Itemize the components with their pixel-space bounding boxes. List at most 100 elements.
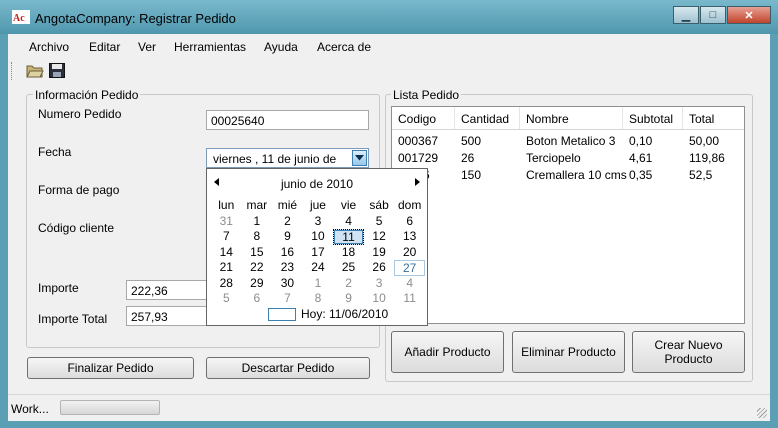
weekday-label: vie (340, 198, 357, 212)
calendar-day[interactable]: 9 (333, 291, 364, 307)
menu-acerca-de[interactable]: Acerca de (317, 40, 371, 54)
lista-pedido-title: Lista Pedido (391, 88, 462, 102)
minimize-button[interactable]: ▁ (673, 6, 699, 24)
weekday-label: mar (246, 198, 268, 212)
calendar-day[interactable]: 23 (272, 260, 303, 276)
calendar-day[interactable]: 25 (333, 260, 364, 276)
column-header-total[interactable]: Total (683, 107, 744, 129)
calendar-day[interactable]: 8 (303, 291, 334, 307)
minimize-icon: ▁ (681, 9, 691, 22)
menu-herramientas[interactable]: Herramientas (174, 40, 246, 54)
calendar-day[interactable]: 7 (272, 291, 303, 307)
app-logo-icon: Ac (12, 10, 30, 24)
calendar-day[interactable]: 12 (364, 229, 395, 245)
lista-pedido-table[interactable]: Codigo Cantidad Nombre Subtotal Total 00… (391, 106, 745, 324)
calendar-day[interactable]: 28 (211, 276, 242, 292)
importe-total-input[interactable]: 257,93 (126, 306, 208, 326)
numero-pedido-label: Numero Pedido (38, 107, 122, 121)
status-progress-bar (60, 400, 160, 415)
calendar-day[interactable]: 8 (242, 229, 273, 245)
calendar-day[interactable]: 6 (394, 214, 425, 230)
calendar-day[interactable]: 29 (242, 276, 273, 292)
calendar-day[interactable]: 16 (272, 245, 303, 261)
calendar-day[interactable]: 3 (303, 214, 334, 230)
client-area: Archivo Editar Ver Herramientas Ayuda Ac… (8, 34, 770, 421)
table-row[interactable]: 6 150 Cremallera 10 cms 0,35 52,5 (392, 167, 744, 184)
calendar-day[interactable]: 22 (242, 260, 273, 276)
menu-editar[interactable]: Editar (89, 40, 120, 54)
datepicker-dropdown-button[interactable] (352, 150, 367, 166)
forma-pago-label: Forma de pago (38, 183, 120, 197)
weekday-label: dom (397, 198, 422, 212)
table-row[interactable]: 000367 500 Boton Metalico 3 0,10 50,00 (392, 133, 744, 150)
calendar-day[interactable]: 1 (303, 276, 334, 292)
calendar-day[interactable]: 7 (211, 229, 242, 245)
calendar-day[interactable]: 27 (394, 260, 425, 276)
calendar-day[interactable]: 26 (364, 260, 395, 276)
calendar-day[interactable]: 3 (364, 276, 395, 292)
calendar-day[interactable]: 30 (272, 276, 303, 292)
calendar-day[interactable]: 10 (303, 229, 334, 245)
calendar-day[interactable]: 17 (303, 245, 334, 261)
anadir-producto-button[interactable]: Añadir Producto (391, 331, 504, 373)
calendar-day[interactable]: 10 (364, 291, 395, 307)
weekday-label: lun (218, 198, 235, 212)
folder-open-icon[interactable] (26, 62, 44, 79)
application-window: Ac AngotaCompany: Registrar Pedido ▁ □ ✕… (0, 0, 778, 428)
menu-ayuda[interactable]: Ayuda (264, 40, 298, 54)
table-header: Codigo Cantidad Nombre Subtotal Total (392, 107, 744, 130)
numero-pedido-input[interactable]: 00025640 (206, 110, 369, 130)
finalizar-pedido-button[interactable]: Finalizar Pedido (27, 357, 194, 379)
calendar-day[interactable]: 31 (211, 214, 242, 230)
calendar-day[interactable]: 4 (333, 214, 364, 230)
eliminar-producto-button[interactable]: Eliminar Producto (512, 331, 625, 373)
calendar-day[interactable]: 5 (364, 214, 395, 230)
calendar-week-row: 31 1 2 3 4 5 6 (211, 214, 425, 230)
importe-label: Importe (38, 281, 79, 295)
column-header-cantidad[interactable]: Cantidad (455, 107, 520, 129)
column-header-codigo[interactable]: Codigo (392, 107, 455, 129)
calendar-day[interactable]: 19 (364, 245, 395, 261)
calendar-day[interactable]: 2 (333, 276, 364, 292)
crear-nuevo-producto-label: Crear Nuevo Producto (654, 338, 723, 366)
descartar-pedido-button[interactable]: Descartar Pedido (206, 357, 370, 379)
calendar-day[interactable]: 4 (394, 276, 425, 292)
resize-grip-icon[interactable] (757, 408, 767, 418)
calendar-day[interactable]: 20 (394, 245, 425, 261)
anadir-producto-label: Añadir Producto (404, 345, 491, 359)
save-icon[interactable] (48, 62, 66, 79)
calendar-day[interactable]: 2 (272, 214, 303, 230)
calendar-month-title[interactable]: junio de 2010 (207, 177, 427, 191)
importe-input[interactable]: 222,36 (126, 280, 208, 300)
calendar-day[interactable]: 11 (333, 229, 364, 245)
calendar-day[interactable]: 18 (333, 245, 364, 261)
menu-ver[interactable]: Ver (138, 40, 156, 54)
close-button[interactable]: ✕ (727, 6, 771, 24)
column-header-nombre[interactable]: Nombre (520, 107, 623, 129)
calendar-day[interactable]: 21 (211, 260, 242, 276)
toolbar-grip[interactable] (11, 62, 15, 80)
calendar-week-row: 14 15 16 17 18 19 20 (211, 245, 425, 261)
calendar-day[interactable]: 1 (242, 214, 273, 230)
calendar-day[interactable]: 5 (211, 291, 242, 307)
cell-cantidad: 150 (461, 168, 482, 182)
maximize-button[interactable]: □ (700, 6, 726, 24)
next-month-icon[interactable] (415, 178, 420, 186)
crear-nuevo-producto-button[interactable]: Crear Nuevo Producto (632, 331, 745, 373)
calendar-day[interactable]: 15 (242, 245, 273, 261)
calendar-day[interactable]: 9 (272, 229, 303, 245)
calendar-day[interactable]: 11 (394, 291, 425, 307)
calendar-day[interactable]: 14 (211, 245, 242, 261)
table-row[interactable]: 001729 26 Terciopelo 4,61 119,86 (392, 150, 744, 167)
title-bar[interactable]: Ac AngotaCompany: Registrar Pedido ▁ □ ✕ (0, 0, 778, 34)
calendar-day[interactable]: 6 (242, 291, 273, 307)
calendar-week-row: 7 8 9 10 11 12 13 (211, 229, 425, 245)
fecha-datepicker[interactable]: viernes , 11 de junio de (206, 148, 369, 168)
calendar-day[interactable]: 24 (303, 260, 334, 276)
menu-archivo[interactable]: Archivo (29, 40, 69, 54)
column-header-subtotal[interactable]: Subtotal (623, 107, 683, 129)
calendar-day[interactable]: 13 (394, 229, 425, 245)
cell-total: 50,00 (689, 134, 720, 148)
calendar-footer[interactable]: Hoy: 11/06/2010 (207, 307, 427, 323)
toolbar (8, 58, 770, 84)
